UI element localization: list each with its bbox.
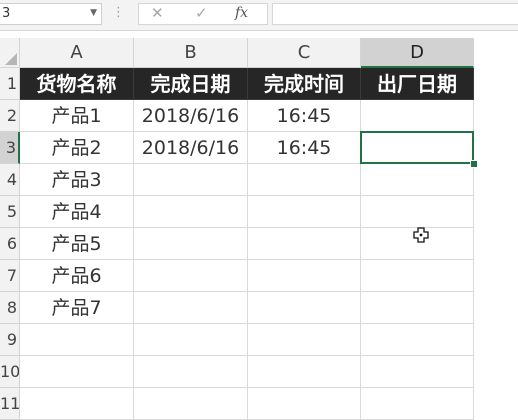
data-cell[interactable] — [134, 388, 248, 420]
data-cell[interactable] — [134, 260, 248, 292]
data-cell[interactable] — [248, 324, 361, 356]
data-cell[interactable] — [248, 196, 361, 228]
data-cell[interactable] — [248, 260, 361, 292]
data-cell[interactable] — [361, 100, 474, 132]
select-all-corner[interactable] — [0, 38, 20, 68]
data-cell[interactable] — [361, 324, 474, 356]
row-header-6[interactable]: 6 — [0, 228, 20, 260]
chevron-down-icon[interactable]: ▼ — [90, 8, 97, 18]
enter-icon[interactable]: ✓ — [195, 4, 208, 22]
data-cell[interactable]: 产品2 — [20, 132, 134, 164]
data-cell[interactable] — [134, 292, 248, 324]
data-cell[interactable]: 产品6 — [20, 260, 134, 292]
select-all-triangle-icon[interactable] — [5, 53, 17, 65]
row-header-10[interactable]: 10 — [0, 356, 20, 388]
more-vertical-icon[interactable]: ⋮ — [112, 5, 125, 20]
column-header-a[interactable]: A — [20, 38, 134, 68]
data-cell[interactable]: 16:45 — [248, 100, 361, 132]
column-header-d[interactable]: D — [361, 38, 474, 68]
data-cell[interactable]: 产品7 — [20, 292, 134, 324]
column-header-b[interactable]: B — [134, 38, 248, 68]
row-header-11[interactable]: 11 — [0, 388, 20, 420]
data-cell[interactable] — [361, 292, 474, 324]
data-cell[interactable] — [20, 388, 134, 420]
cell-select-cursor-icon — [413, 227, 429, 243]
row-header-2[interactable]: 2 — [0, 100, 20, 132]
row-header-7[interactable]: 7 — [0, 260, 20, 292]
row-header-5[interactable]: 5 — [0, 196, 20, 228]
data-cell[interactable] — [361, 260, 474, 292]
row-header-1[interactable]: 1 — [0, 68, 20, 100]
header-cell[interactable]: 完成日期 — [134, 68, 248, 100]
data-cell[interactable] — [248, 228, 361, 260]
data-cell[interactable] — [361, 196, 474, 228]
data-cell[interactable] — [134, 164, 248, 196]
data-cell[interactable] — [361, 388, 474, 420]
formula-bar: 3 ▼ ⋮ ✕ ✓ fx — [0, 0, 518, 31]
data-cell[interactable] — [20, 324, 134, 356]
column-header-c[interactable]: C — [248, 38, 361, 68]
formula-input[interactable] — [272, 3, 518, 25]
row-header-3[interactable]: 3 — [0, 132, 20, 164]
fill-handle[interactable] — [470, 160, 478, 168]
data-cell[interactable] — [248, 388, 361, 420]
name-box-value: 3 — [2, 6, 11, 21]
data-cell[interactable]: 2018/6/16 — [134, 100, 248, 132]
data-cell[interactable]: 16:45 — [248, 132, 361, 164]
data-cell[interactable] — [20, 356, 134, 388]
data-cell[interactable]: 产品1 — [20, 100, 134, 132]
insert-function-icon[interactable]: fx — [235, 5, 248, 21]
row-header-8[interactable]: 8 — [0, 292, 20, 324]
data-cell[interactable] — [361, 356, 474, 388]
data-cell[interactable] — [248, 356, 361, 388]
header-cell[interactable]: 完成时间 — [248, 68, 361, 100]
name-box[interactable]: 3 ▼ — [0, 3, 102, 25]
header-cell[interactable]: 货物名称 — [20, 68, 134, 100]
data-cell[interactable]: 2018/6/16 — [134, 132, 248, 164]
data-cell[interactable]: 产品5 — [20, 228, 134, 260]
data-cell[interactable] — [134, 228, 248, 260]
data-cell[interactable] — [134, 196, 248, 228]
row-header-4[interactable]: 4 — [0, 164, 20, 196]
selected-cell-border — [360, 131, 474, 164]
data-cell[interactable] — [134, 356, 248, 388]
cancel-icon[interactable]: ✕ — [151, 4, 164, 22]
data-cell[interactable]: 产品4 — [20, 196, 134, 228]
data-cell[interactable] — [134, 324, 248, 356]
data-cell[interactable] — [248, 292, 361, 324]
data-cell[interactable] — [248, 164, 361, 196]
formula-buttons: ✕ ✓ fx — [138, 3, 268, 25]
data-cell[interactable] — [361, 164, 474, 196]
row-header-9[interactable]: 9 — [0, 324, 20, 356]
header-cell[interactable]: 出厂日期 — [361, 68, 474, 100]
data-cell[interactable]: 产品3 — [20, 164, 134, 196]
